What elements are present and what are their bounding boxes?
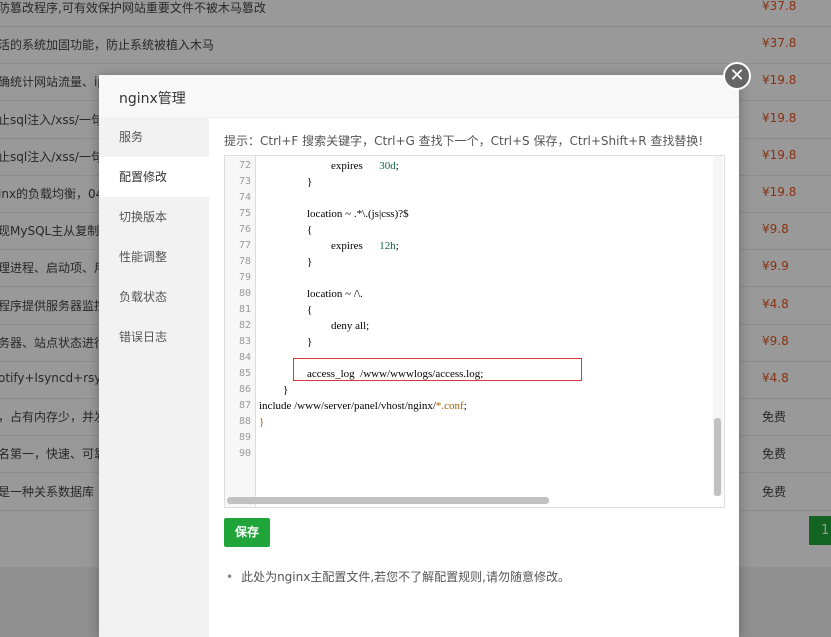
line-number: 75 <box>238 208 251 219</box>
vertical-scrollbar-thumb[interactable] <box>714 418 721 496</box>
line-number: 88 <box>238 416 251 427</box>
line-number: 86 <box>238 384 251 395</box>
line-number: 74 <box>238 192 251 203</box>
code-value: 12h <box>379 240 396 252</box>
code-line: } <box>283 384 288 396</box>
code-line: location ~ /\. <box>307 288 363 300</box>
code-text: } <box>259 416 265 428</box>
sidebar-item[interactable]: 性能调整 <box>99 237 209 277</box>
code-text: } <box>307 336 313 348</box>
line-number: 84 <box>238 352 251 363</box>
line-number: 89 <box>238 432 251 443</box>
code-text: { <box>307 304 313 316</box>
dialog-title: nginx管理 <box>119 91 186 107</box>
sidebar-item[interactable]: 错误日志 <box>99 317 209 357</box>
code-line: } <box>307 256 312 268</box>
code-text: location ~ .*\.(js|css)?$ <box>307 208 409 220</box>
line-number: 78 <box>238 256 251 267</box>
line-number: 80 <box>238 288 251 299</box>
code-line: include /www/server/panel/vhost/nginx/*.… <box>259 400 467 412</box>
code-text: expires <box>331 240 363 252</box>
code-line: } <box>259 416 264 428</box>
code-text: include /www/server/panel/vhost/nginx/ <box>259 400 436 412</box>
sidebar-item[interactable]: 负载状态 <box>99 277 209 317</box>
code-line: deny all; <box>331 320 369 332</box>
save-button[interactable]: 保存 <box>224 518 270 547</box>
code-suffix: ; <box>395 160 399 172</box>
line-number: 76 <box>238 224 251 235</box>
code-suffix: ; <box>463 400 467 412</box>
code-line: } <box>307 176 312 188</box>
code-suffix: ; <box>395 240 399 252</box>
line-number: 82 <box>238 320 251 331</box>
nginx-manage-dialog: nginx管理 服务 配置修改 切换版本 性能调整 负载状态 错误日志 提示：Ctrl+F… <box>99 75 739 637</box>
line-number: 79 <box>238 272 251 283</box>
code-text: } <box>283 384 289 396</box>
config-warning-text: 此处为nginx主配置文件,若您不了解配置规则,请勿随意修改。 <box>241 570 570 584</box>
line-number: 85 <box>238 368 251 379</box>
code-text: deny all; <box>331 320 370 332</box>
config-warning-note: • 此处为nginx主配置文件,若您不了解配置规则,请勿随意修改。 <box>226 568 570 585</box>
code-line: expires 30d; <box>331 160 399 172</box>
close-icon[interactable]: ✕ <box>723 62 751 90</box>
line-number: 90 <box>238 448 251 459</box>
dialog-header: nginx管理 <box>99 75 739 118</box>
code-value: 30d <box>379 160 396 172</box>
code-text: expires <box>331 160 363 172</box>
line-number: 87 <box>238 400 251 411</box>
dialog-sidebar: 服务 配置修改 切换版本 性能调整 负载状态 错误日志 <box>99 117 209 637</box>
sidebar-item[interactable]: 配置修改 <box>99 157 209 197</box>
code-text: } <box>307 176 313 188</box>
horizontal-scrollbar-thumb[interactable] <box>227 497 549 504</box>
line-number: 77 <box>238 240 251 251</box>
code-line: { <box>307 224 312 236</box>
config-code-editor[interactable]: 72 73 74 75 76 77 78 79 80 81 82 83 84 85 86 87 88 89 90 e… <box>224 155 725 508</box>
line-number: 72 <box>238 160 251 171</box>
code-line: location ~ .*\.(js|css)?$ <box>307 208 409 220</box>
line-number: 83 <box>238 336 251 347</box>
sidebar-item[interactable]: 切换版本 <box>99 197 209 237</box>
access-log-highlight-box <box>293 358 582 381</box>
code-line: } <box>307 336 312 348</box>
code-text: location ~ /\. <box>307 288 363 300</box>
code-glob: *.conf <box>435 400 464 412</box>
code-text: } <box>307 256 313 268</box>
code-line: expires 12h; <box>331 240 399 252</box>
line-number: 73 <box>238 176 251 187</box>
line-number-gutter: 72 73 74 75 76 77 78 79 80 81 82 83 84 85 86 87 88 89 90 <box>225 156 256 507</box>
sidebar-item[interactable]: 服务 <box>99 117 209 157</box>
code-text: { <box>307 224 313 236</box>
editor-shortcut-tip: 提示：Ctrl+F 搜索关键字，Ctrl+G 查找下一个，Ctrl+S 保存，C… <box>224 134 704 148</box>
bullet-icon: • <box>226 570 234 584</box>
line-number: 81 <box>238 304 251 315</box>
code-line: { <box>307 304 312 316</box>
